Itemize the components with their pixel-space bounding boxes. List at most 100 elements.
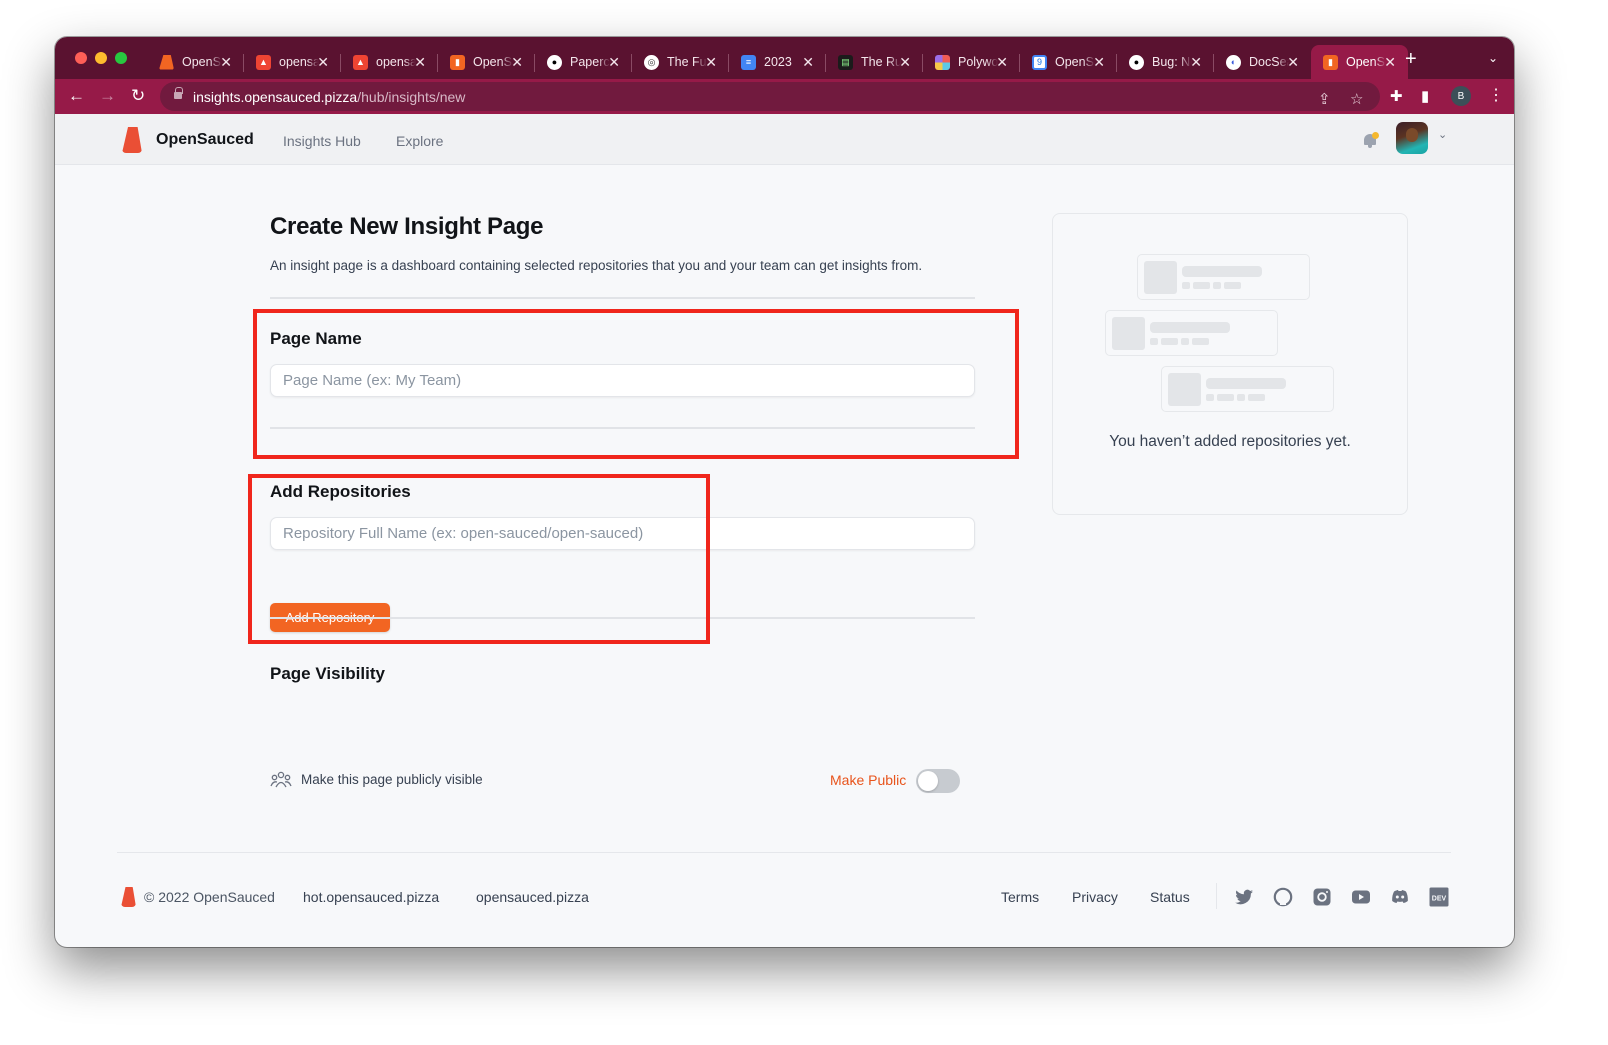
tab-close-icon[interactable]: ✕: [511, 54, 523, 71]
browser-tab[interactable]: ▲ opensauced ✕: [244, 45, 341, 79]
browser-tab[interactable]: ◎ The Future ✕: [632, 45, 729, 79]
address-bar[interactable]: insights.opensauced.pizza/hub/insights/n…: [160, 82, 1380, 111]
tab-close-icon[interactable]: ✕: [608, 54, 620, 71]
browser-tab[interactable]: ◐ DocSearch ✕: [1214, 45, 1311, 79]
app-header: OpenSauced Insights Hub Explore ⌄: [55, 114, 1514, 165]
browser-tab-active[interactable]: ▮ OpenSauced ✕: [1311, 45, 1408, 79]
brand-name[interactable]: OpenSauced: [156, 131, 254, 149]
tab-search-chevron-icon[interactable]: ⌄: [1488, 51, 1498, 65]
tab-title: Bug: No: [1152, 55, 1192, 69]
side-panel-icon[interactable]: ▮: [1421, 87, 1429, 105]
page-visibility-label: Page Visibility: [270, 664, 385, 683]
share-icon[interactable]: ⇪: [1318, 90, 1331, 108]
divider: [270, 297, 975, 299]
footer-separator: [1216, 883, 1217, 909]
spiral-favicon-icon: ◎: [644, 54, 659, 70]
make-public-toggle[interactable]: [916, 769, 960, 793]
browser-tab[interactable]: OpenSauced ✕: [147, 45, 244, 79]
more-menu-icon[interactable]: ⋮: [1488, 85, 1504, 105]
tab-close-icon[interactable]: ✕: [1093, 54, 1105, 71]
opensauced-logo-icon[interactable]: [122, 127, 142, 153]
google-docs-favicon-icon: ≡: [741, 54, 756, 70]
calendar-favicon-icon: 9: [1032, 54, 1047, 70]
reload-icon[interactable]: ↻: [131, 85, 145, 107]
tab-close-icon[interactable]: ✕: [996, 54, 1008, 71]
forward-arrow-icon[interactable]: →: [99, 85, 116, 107]
tab-close-icon[interactable]: ✕: [1287, 54, 1299, 71]
footer-link-terms[interactable]: Terms: [1001, 889, 1039, 905]
user-avatar[interactable]: [1396, 122, 1428, 154]
make-public-label[interactable]: Make Public: [830, 772, 906, 788]
browser-tab[interactable]: ▤ The Rust ✕: [826, 45, 923, 79]
tab-strip: OpenSauced ✕ ▲ opensauced ✕ ▲ opensauced…: [55, 37, 1514, 79]
extensions-puzzle-icon[interactable]: ✚: [1390, 87, 1403, 105]
browser-tab[interactable]: Polywork ✕: [923, 45, 1020, 79]
footer-link-status[interactable]: Status: [1150, 889, 1190, 905]
main-content: Create New Insight Page An insight page …: [55, 165, 1514, 947]
dev-icon[interactable]: DEV: [1429, 887, 1449, 907]
visibility-row: Make this page publicly visible Make Pub…: [270, 769, 960, 793]
tab-title: The Future: [667, 55, 707, 69]
visibility-description: Make this page publicly visible: [301, 772, 483, 787]
tab-close-icon[interactable]: ✕: [899, 54, 911, 71]
tab-close-icon[interactable]: ✕: [220, 54, 232, 71]
browser-tab[interactable]: ≡ 2023 ✕: [729, 45, 826, 79]
opensauced-favicon-icon: ▮: [450, 54, 465, 70]
notification-bell-icon[interactable]: [1362, 132, 1379, 148]
tab-title: Papercups: [570, 55, 610, 69]
browser-tab[interactable]: ▮ OpenSauced ✕: [438, 45, 535, 79]
tab-title: opensauced: [376, 55, 416, 69]
footer-divider: [117, 852, 1451, 853]
tab-close-icon[interactable]: ✕: [317, 54, 329, 71]
new-tab-button[interactable]: +: [1405, 49, 1417, 69]
annotation-highlight-page-name: [253, 309, 1019, 459]
tab-title: opensauced: [279, 55, 319, 69]
tab-title: The Rust: [861, 55, 901, 69]
placeholder-repo-card: [1161, 366, 1334, 412]
maximize-window-button[interactable]: [115, 52, 127, 64]
footer-link-privacy[interactable]: Privacy: [1072, 889, 1118, 905]
toggle-knob: [918, 771, 938, 791]
tab-title: DocSearch: [1249, 55, 1289, 69]
footer-link-opensauced[interactable]: opensauced.pizza: [476, 889, 589, 905]
minimize-window-button[interactable]: [95, 52, 107, 64]
tab-title: OpenSauced: [1346, 55, 1386, 69]
tab-close-icon[interactable]: ✕: [802, 54, 814, 71]
nav-insights-hub[interactable]: Insights Hub: [283, 133, 361, 149]
tab-close-icon[interactable]: ✕: [705, 54, 717, 71]
notification-badge: [1372, 132, 1379, 139]
browser-tab[interactable]: 9 OpenSauced ✕: [1020, 45, 1117, 79]
profile-avatar[interactable]: B: [1451, 86, 1471, 106]
people-icon: [270, 771, 292, 788]
placeholder-repo-card: [1137, 254, 1310, 300]
instagram-icon[interactable]: [1312, 887, 1332, 907]
lock-icon: [174, 87, 183, 101]
twitter-icon[interactable]: [1234, 887, 1254, 907]
tab-close-icon[interactable]: ✕: [414, 54, 426, 71]
youtube-icon[interactable]: [1351, 887, 1371, 907]
browser-tab[interactable]: ● Bug: No ✕: [1117, 45, 1214, 79]
back-arrow-icon[interactable]: ←: [68, 85, 85, 107]
url-text[interactable]: insights.opensauced.pizza/hub/insights/n…: [193, 89, 465, 105]
nav-explore[interactable]: Explore: [396, 133, 443, 149]
terminal-favicon-icon: ▤: [838, 54, 853, 70]
annotation-highlight-add-repositories: [248, 474, 710, 644]
browser-tab[interactable]: ▲ opensauced ✕: [341, 45, 438, 79]
tabs: OpenSauced ✕ ▲ opensauced ✕ ▲ opensauced…: [147, 45, 1408, 79]
browser-window: OpenSauced ✕ ▲ opensauced ✕ ▲ opensauced…: [55, 37, 1514, 947]
discord-icon[interactable]: [1390, 887, 1410, 907]
browser-tab[interactable]: ● Papercups ✕: [535, 45, 632, 79]
github-favicon-icon: ●: [1129, 54, 1144, 70]
opensauced-favicon-icon: ▮: [1323, 54, 1338, 70]
app-favicon-icon: ▲: [353, 54, 368, 70]
tab-title: OpenSauced: [182, 55, 222, 69]
chevron-down-icon[interactable]: ⌄: [1438, 128, 1447, 141]
footer-link-hot[interactable]: hot.opensauced.pizza: [303, 889, 439, 905]
tab-close-icon[interactable]: ✕: [1190, 54, 1202, 71]
bookmark-star-icon[interactable]: ☆: [1350, 90, 1363, 108]
tab-close-icon[interactable]: ✕: [1384, 54, 1396, 71]
opensauced-favicon-icon: [159, 54, 174, 70]
tab-title: OpenSauced: [1055, 55, 1095, 69]
github-icon[interactable]: [1273, 887, 1293, 907]
close-window-button[interactable]: [75, 52, 87, 64]
